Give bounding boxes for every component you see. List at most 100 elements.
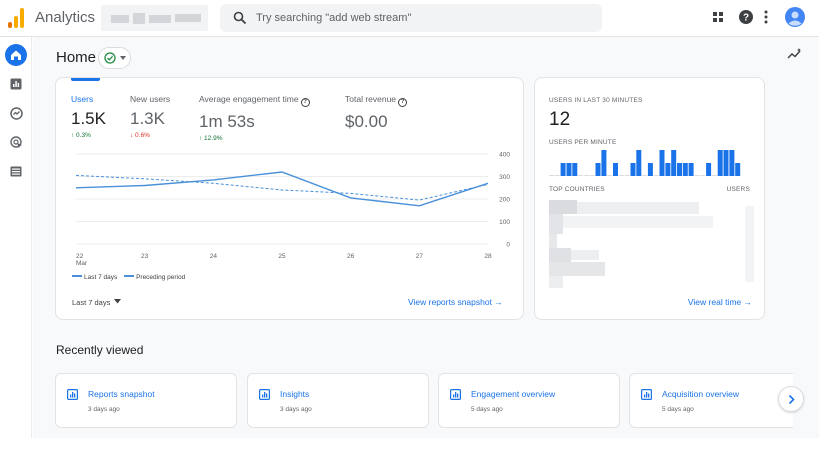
per-minute-bar: [729, 150, 735, 176]
per-minute-bar: [723, 150, 729, 176]
recent-item-acquisition-overview[interactable]: Acquisition overview 5 days ago: [629, 373, 793, 428]
recent-item-engagement-overview[interactable]: Engagement overview 5 days ago: [438, 373, 620, 428]
search-bar[interactable]: [220, 4, 602, 32]
help-icon[interactable]: ?: [738, 9, 754, 25]
reports-icon: [10, 78, 22, 90]
per-minute-bar: [717, 150, 723, 176]
legend-swatch-dashed: [124, 275, 135, 277]
top-app-bar: Analytics ?: [0, 0, 819, 37]
nav-configure[interactable]: [4, 159, 28, 183]
y-tick-label: 300: [499, 174, 510, 181]
chart-legend: Last 7 days Preceding period: [72, 274, 185, 281]
users-per-minute-label: USERS PER MINUTE: [549, 139, 617, 146]
top-countries-label: TOP COUNTRIES: [549, 186, 605, 193]
per-minute-bar: [653, 175, 659, 176]
per-minute-bar: [589, 175, 595, 176]
date-range-dropdown[interactable]: Last 7 days: [72, 298, 122, 307]
per-minute-bar: [659, 150, 665, 176]
recent-next-button[interactable]: [778, 386, 804, 412]
x-tick-label: 25: [278, 253, 286, 260]
report-chart-icon: [641, 389, 652, 400]
dropdown-arrow-icon: [114, 299, 122, 304]
y-tick-label: 100: [499, 219, 510, 226]
realtime-caption: USERS IN LAST 30 MINUTES: [549, 97, 643, 104]
analytics-logo-icon[interactable]: [7, 7, 25, 29]
dropdown-arrow-icon: [120, 56, 126, 60]
apps-grid-icon[interactable]: [711, 10, 725, 24]
y-tick-label: 200: [499, 197, 510, 204]
recent-item-insights[interactable]: Insights 3 days ago: [247, 373, 429, 428]
y-tick-label: 400: [499, 152, 510, 159]
recent-item-title: Insights: [280, 389, 310, 399]
per-minute-bar: [671, 150, 677, 176]
x-tick-label: 26: [347, 253, 355, 260]
per-minute-bar: [618, 175, 624, 176]
report-chart-icon: [450, 389, 461, 400]
left-navigation: [0, 37, 32, 465]
x-tick-label: 22: [76, 253, 84, 260]
overview-card: Users 1.5K ↑ 0.3% New users 1.3K ↓ 0.6% …: [55, 77, 524, 320]
per-minute-bar: [706, 163, 712, 176]
per-minute-bar: [566, 163, 572, 176]
more-vert-icon[interactable]: [763, 10, 769, 24]
per-minute-bar: [694, 175, 700, 176]
per-minute-bar: [711, 175, 717, 176]
check-circle-icon: [104, 52, 116, 64]
recent-item-title: Reports snapshot: [88, 389, 155, 399]
app-title: Analytics: [35, 9, 96, 26]
recent-item-time: 3 days ago: [88, 406, 120, 413]
view-reports-snapshot-link[interactable]: View reports snapshot →: [408, 297, 503, 307]
per-minute-bar: [682, 163, 688, 176]
legend-swatch-solid: [72, 275, 82, 277]
per-minute-bar: [624, 175, 630, 176]
account-selector[interactable]: [101, 5, 208, 31]
svg-text:?: ?: [743, 13, 749, 24]
page-title: Home: [56, 49, 97, 66]
x-tick-label: 28: [484, 253, 492, 260]
per-minute-bar: [613, 163, 618, 176]
per-minute-bar: [677, 163, 682, 176]
per-minute-bar: [572, 163, 578, 176]
recent-item-time: 5 days ago: [471, 406, 503, 413]
nav-explore[interactable]: [4, 101, 28, 125]
users-per-minute-chart: [549, 150, 741, 176]
recent-item-time: 3 days ago: [280, 406, 312, 413]
chevron-right-icon: [788, 394, 795, 405]
account-avatar-icon[interactable]: [785, 7, 805, 27]
home-icon: [5, 44, 27, 66]
per-minute-bar: [647, 163, 653, 176]
report-chart-icon: [259, 389, 270, 400]
y-tick-label: 0: [506, 242, 510, 249]
per-minute-bar: [700, 175, 706, 176]
view-real-time-link[interactable]: View real time →: [688, 297, 752, 307]
x-tick-label: 24: [210, 253, 218, 260]
nav-advertising[interactable]: [4, 130, 28, 154]
insights-sparkle-icon[interactable]: [787, 47, 803, 61]
date-range-label: Last 7 days: [72, 298, 111, 307]
nav-reports[interactable]: [4, 72, 28, 96]
property-status-dropdown[interactable]: [98, 47, 131, 69]
per-minute-bar: [636, 150, 642, 176]
legend-item: Preceding period: [136, 274, 186, 281]
nav-home[interactable]: [4, 43, 28, 67]
search-input[interactable]: [256, 10, 586, 26]
users-line-chart: 0 100 200 300 400 22 23 24 25 26 27 28 Mar: [75, 152, 510, 267]
x-tick-label: 23: [141, 253, 149, 260]
per-minute-bar: [601, 150, 607, 176]
series-line-preceding-period: [75, 174, 489, 201]
explore-icon: [9, 106, 23, 120]
per-minute-bar: [583, 175, 589, 176]
per-minute-bar: [560, 163, 566, 176]
configure-icon: [10, 166, 22, 176]
per-minute-bar: [630, 163, 636, 176]
recent-item-reports-snapshot[interactable]: Reports snapshot 3 days ago: [55, 373, 237, 428]
per-minute-bar: [688, 163, 694, 176]
recent-item-time: 5 days ago: [662, 406, 694, 413]
search-icon: [233, 11, 247, 25]
advertising-icon: [9, 135, 22, 148]
series-line-last-7-days: [75, 171, 489, 207]
recent-item-title: Engagement overview: [471, 389, 556, 399]
users-column-label: USERS: [726, 186, 750, 193]
recent-item-title: Acquisition overview: [662, 389, 740, 399]
per-minute-bar: [607, 175, 613, 176]
